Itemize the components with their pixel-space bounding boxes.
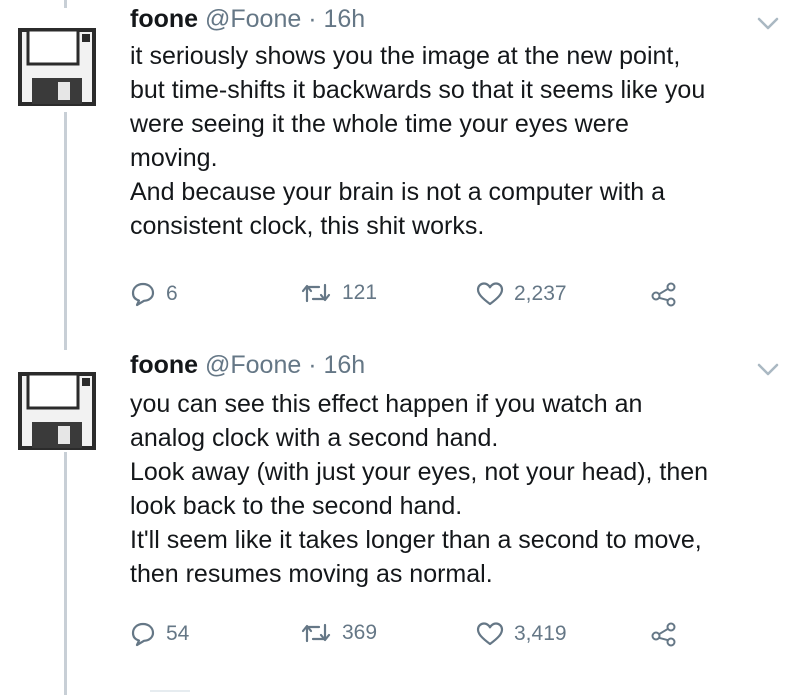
timestamp[interactable]: 16h: [324, 5, 366, 33]
tweet-line: but time-shifts it backwards so that it …: [130, 76, 706, 104]
reply-count: 54: [166, 622, 190, 645]
retweet-count: 369: [342, 621, 378, 644]
display-name[interactable]: foone: [130, 351, 198, 379]
reply-button[interactable]: 6: [130, 281, 178, 307]
divider: [150, 690, 190, 692]
like-count: 3,419: [514, 622, 567, 645]
tweet-line: Look away (with just your eyes, not your…: [130, 458, 709, 486]
heart-icon: [476, 622, 504, 646]
user-handle[interactable]: @Foone: [205, 5, 301, 33]
tweet-line: moving.: [130, 144, 218, 172]
retweet-icon: [301, 623, 331, 643]
retweet-icon: [301, 283, 331, 303]
floppy-disk-icon: [18, 372, 96, 450]
tweet-line: were seeing it the whole time your eyes …: [130, 110, 629, 138]
tweet-line: then resumes moving as normal.: [130, 560, 493, 588]
display-name[interactable]: foone: [130, 5, 198, 33]
user-handle[interactable]: @Foone: [205, 351, 301, 379]
timestamp[interactable]: 16h: [324, 351, 366, 379]
tweet-header: foone @Foone · 16h: [130, 350, 365, 380]
tweet-text: you can see this effect happen if you wa…: [130, 387, 780, 591]
tweet-line: you can see this effect happen if you wa…: [130, 390, 643, 418]
avatar[interactable]: [18, 28, 96, 106]
like-count: 2,237: [514, 282, 567, 305]
retweet-button[interactable]: 369: [300, 621, 377, 645]
tweet-actions: 54 369 3,419: [130, 621, 690, 651]
reply-count: 6: [166, 282, 178, 305]
tweet-header: foone @Foone · 16h: [130, 4, 365, 34]
like-button[interactable]: 3,419: [476, 621, 567, 647]
avatar[interactable]: [18, 372, 96, 450]
chevron-down-icon[interactable]: [756, 16, 780, 32]
tweet-line: look back to the second hand.: [130, 492, 463, 520]
heart-icon: [476, 282, 504, 306]
reply-icon: [131, 282, 155, 307]
tweet-text: it seriously shows you the image at the …: [130, 39, 780, 243]
reply-icon: [131, 622, 155, 647]
retweet-button[interactable]: 121: [300, 281, 377, 305]
tweet-actions: 6 121 2,237: [130, 281, 690, 311]
tweet-line: analog clock with a second hand.: [130, 424, 499, 452]
tweet-line: And because your brain is not a computer…: [130, 178, 666, 206]
share-icon: [651, 282, 676, 307]
share-button[interactable]: [650, 621, 678, 647]
tweet-line: it seriously shows you the image at the …: [130, 42, 681, 70]
chevron-down-icon[interactable]: [756, 362, 780, 378]
reply-button[interactable]: 54: [130, 621, 189, 647]
header-separator: ·: [308, 351, 317, 379]
header-separator: ·: [308, 5, 317, 33]
tweet-line: It'll seem like it takes longer than a s…: [130, 526, 702, 554]
like-button[interactable]: 2,237: [476, 281, 567, 307]
retweet-count: 121: [342, 281, 378, 304]
tweet-1[interactable]: foone @Foone · 16h it seriously shows yo…: [0, 0, 800, 345]
tweet-line: consistent clock, this shit works.: [130, 212, 485, 240]
tweet-2[interactable]: foone @Foone · 16h you can see this effe…: [0, 345, 800, 695]
floppy-disk-icon: [18, 28, 96, 106]
share-button[interactable]: [650, 281, 678, 307]
share-icon: [651, 622, 676, 647]
